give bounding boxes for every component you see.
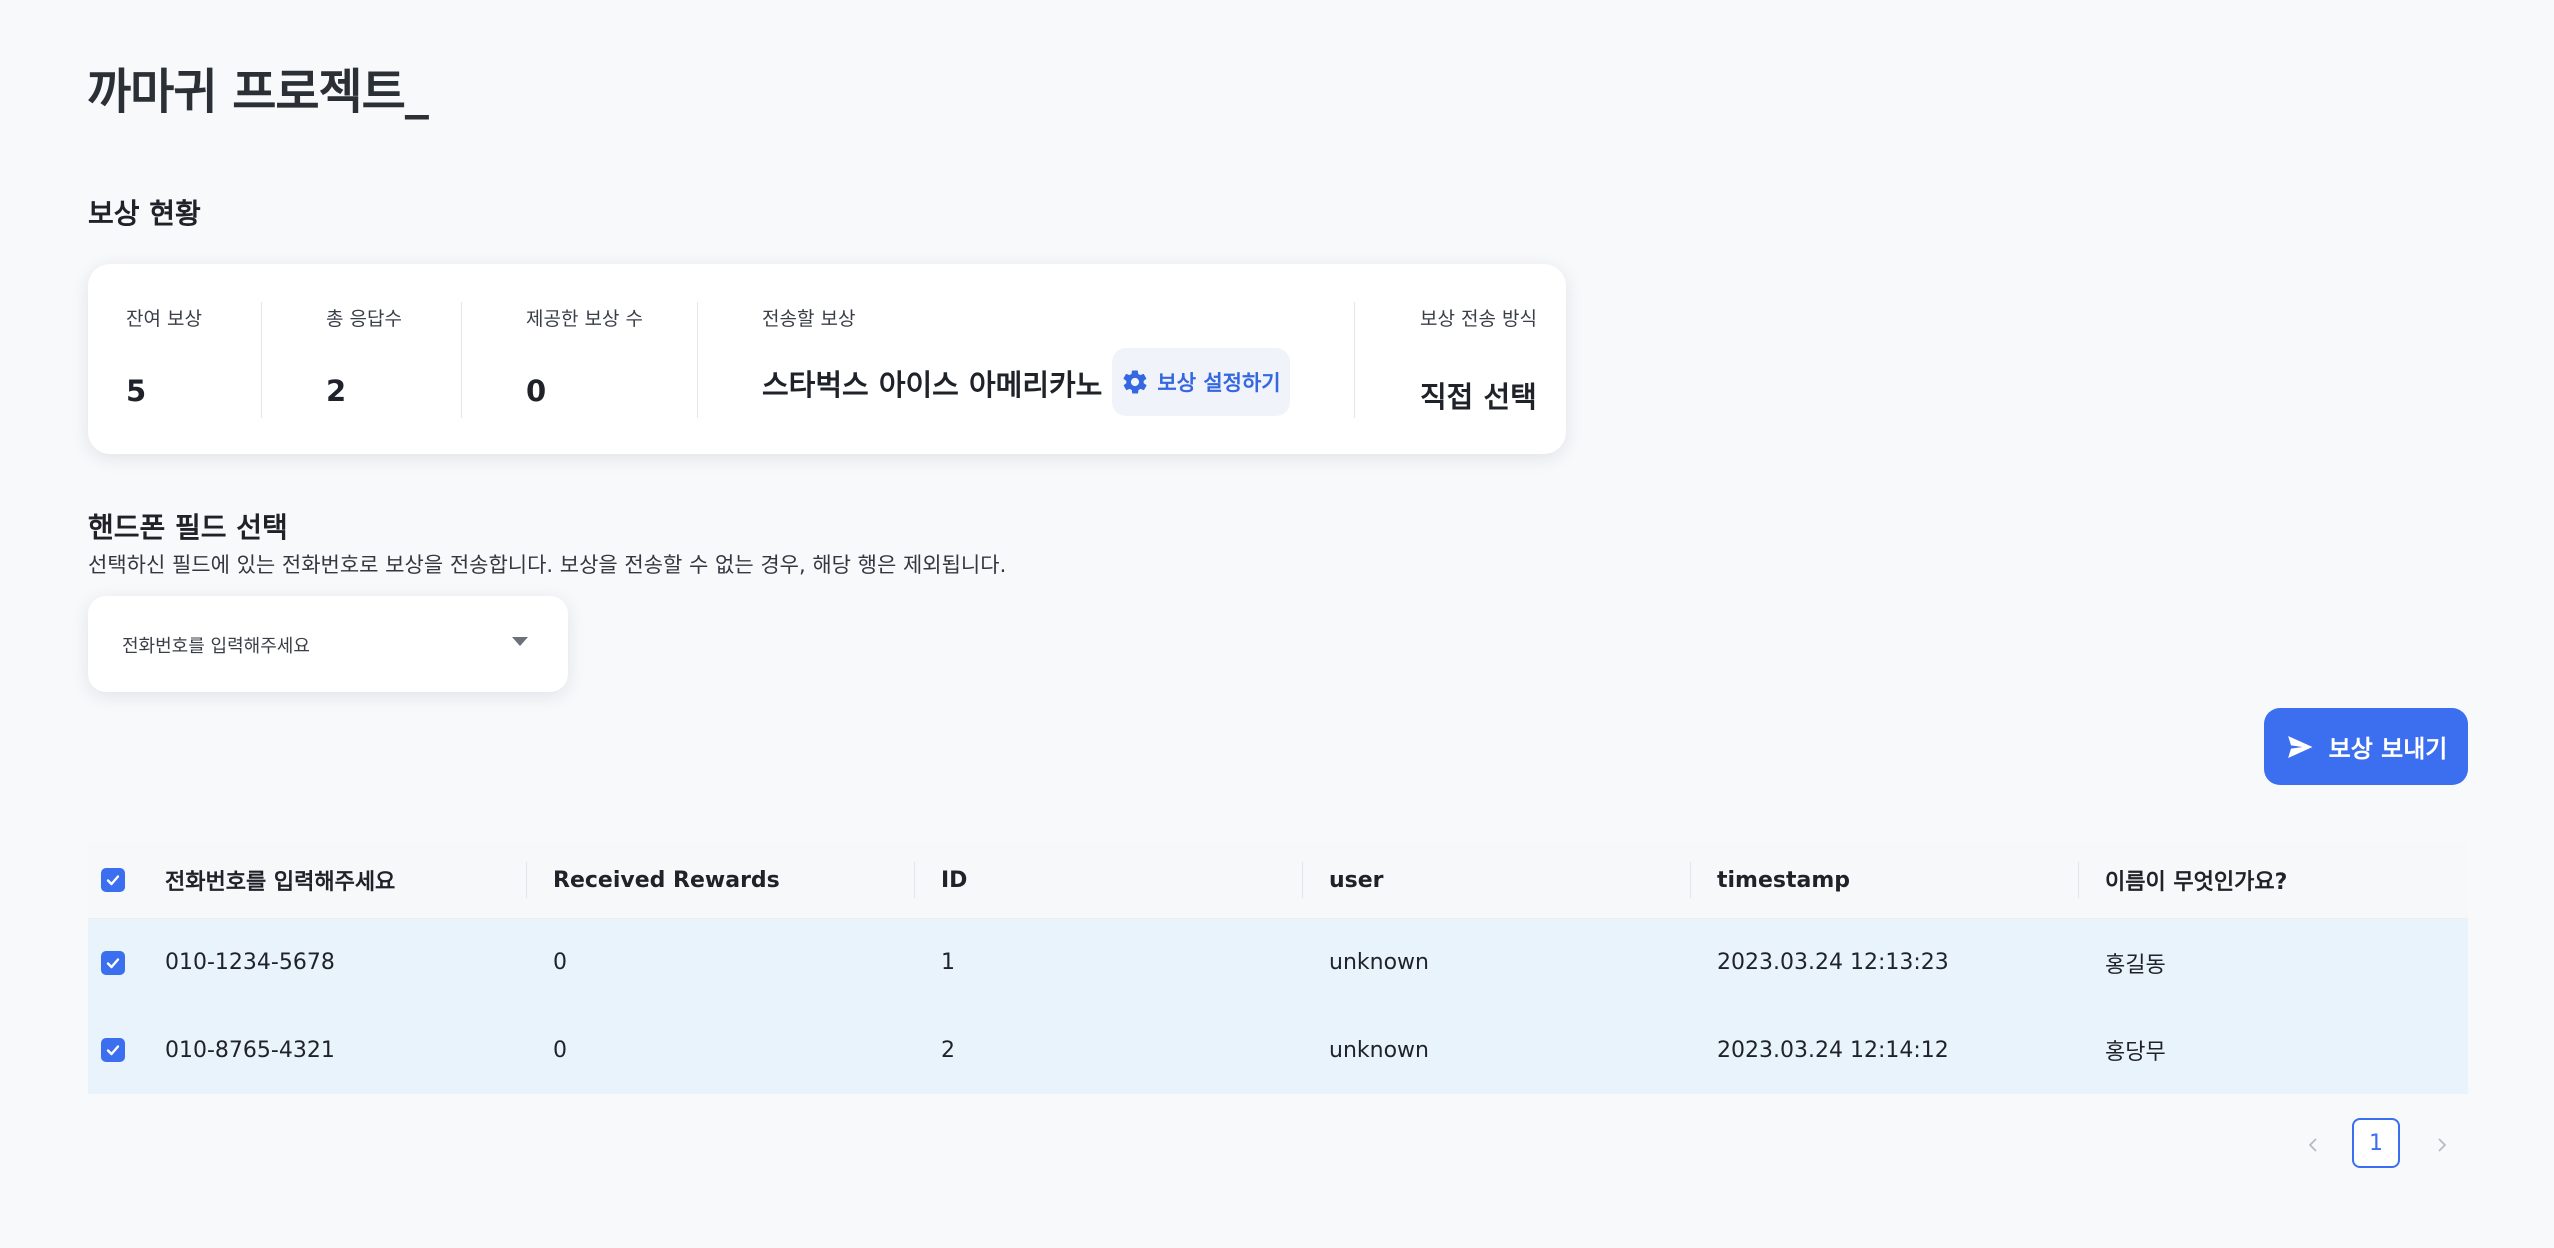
chevron-left-icon: [2309, 1138, 2317, 1152]
table-row[interactable]: 010-1234-5678 0 1 unknown 2023.03.24 12:…: [88, 919, 2468, 1006]
cell-phone: 010-1234-5678: [165, 950, 335, 975]
page-title: 까마귀 프로젝트_: [87, 64, 429, 120]
column-separator: [2078, 862, 2079, 898]
pagination-page-current[interactable]: 1: [2352, 1118, 2400, 1168]
phone-field-select[interactable]: 전화번호를 입력해주세요: [88, 596, 568, 692]
select-all-checkbox[interactable]: [101, 868, 125, 892]
reward-settings-label: 보상 설정하기: [1157, 371, 1281, 395]
column-header-phone[interactable]: 전화번호를 입력해주세요: [165, 842, 395, 918]
stat-label: 제공한 보상 수: [526, 308, 643, 330]
column-separator: [1302, 862, 1303, 898]
gear-icon: [1121, 368, 1149, 396]
stat-value: 2: [326, 374, 347, 408]
phone-field-description: 선택하신 필드에 있는 전화번호로 보상을 전송합니다. 보상을 전송할 수 없…: [88, 553, 1007, 577]
cell-user: unknown: [1329, 1037, 1429, 1063]
stat-value: 5: [126, 374, 147, 408]
cell-user: unknown: [1329, 950, 1429, 975]
responses-table: 전화번호를 입력해주세요 Received Rewards ID user ti…: [88, 842, 2468, 1094]
table-header: 전화번호를 입력해주세요 Received Rewards ID user ti…: [88, 842, 2468, 919]
row-checkbox[interactable]: [101, 1038, 125, 1062]
cell-name: 홍길동: [2105, 952, 2166, 978]
stat-label: 잔여 보상: [126, 308, 202, 330]
phone-field-heading: 핸드폰 필드 선택: [88, 511, 288, 544]
column-header-timestamp[interactable]: timestamp: [1717, 842, 1850, 918]
table-row[interactable]: 010-8765-4321 0 2 unknown 2023.03.24 12:…: [88, 1006, 2468, 1094]
page: 까마귀 프로젝트_ 보상 현황 잔여 보상 5 총 응답수 2 제공한 보상 수…: [0, 0, 2554, 1248]
stat-label: 전송할 보상: [762, 308, 856, 330]
check-icon: [106, 958, 120, 969]
column-header-name[interactable]: 이름이 무엇인가요?: [2105, 842, 2287, 918]
cell-name: 홍당무: [2105, 1040, 2166, 1065]
cell-timestamp: 2023.03.24 12:14:12: [1717, 1037, 1949, 1063]
stat-label: 총 응답수: [326, 308, 402, 330]
column-separator: [914, 862, 915, 898]
stat-value: 직접 선택: [1420, 380, 1537, 414]
reward-status-heading: 보상 현황: [88, 197, 201, 230]
column-header-user[interactable]: user: [1329, 842, 1384, 918]
cell-received-rewards: 0: [553, 1037, 567, 1063]
divider: [461, 302, 462, 418]
cell-received-rewards: 0: [553, 950, 567, 975]
cell-id: 2: [941, 1037, 955, 1063]
check-icon: [106, 1045, 120, 1056]
check-icon: [106, 875, 120, 886]
column-header-received-rewards[interactable]: Received Rewards: [553, 842, 780, 918]
divider: [697, 302, 698, 418]
pagination-next-button[interactable]: [2427, 1130, 2457, 1160]
stat-send-method: 보상 전송 방식 직접 선택: [1420, 264, 1537, 454]
stat-label: 보상 전송 방식: [1420, 308, 1537, 330]
paper-plane-icon: [2285, 732, 2315, 762]
reward-settings-button[interactable]: 보상 설정하기: [1112, 348, 1290, 416]
column-separator: [1690, 862, 1691, 898]
send-rewards-label: 보상 보내기: [2328, 735, 2448, 763]
stat-value: 0: [526, 374, 547, 408]
cell-phone: 010-8765-4321: [165, 1037, 335, 1063]
select-placeholder: 전화번호를 입력해주세요: [122, 636, 310, 657]
cell-id: 1: [941, 950, 955, 975]
caret-down-icon: [512, 637, 528, 646]
divider: [261, 302, 262, 418]
divider: [1354, 302, 1355, 418]
cell-timestamp: 2023.03.24 12:13:23: [1717, 950, 1949, 975]
send-rewards-button[interactable]: 보상 보내기: [2264, 708, 2468, 785]
reward-name: 스타벅스 아이스 아메리카노 T: [762, 368, 1133, 402]
column-header-id[interactable]: ID: [941, 842, 967, 918]
reward-stats-card: 잔여 보상 5 총 응답수 2 제공한 보상 수 0 전송할 보상 스타벅스 아…: [88, 264, 1566, 454]
column-separator: [526, 862, 527, 898]
row-checkbox[interactable]: [101, 951, 125, 975]
chevron-right-icon: [2438, 1138, 2446, 1152]
pagination-prev-button[interactable]: [2298, 1130, 2328, 1160]
